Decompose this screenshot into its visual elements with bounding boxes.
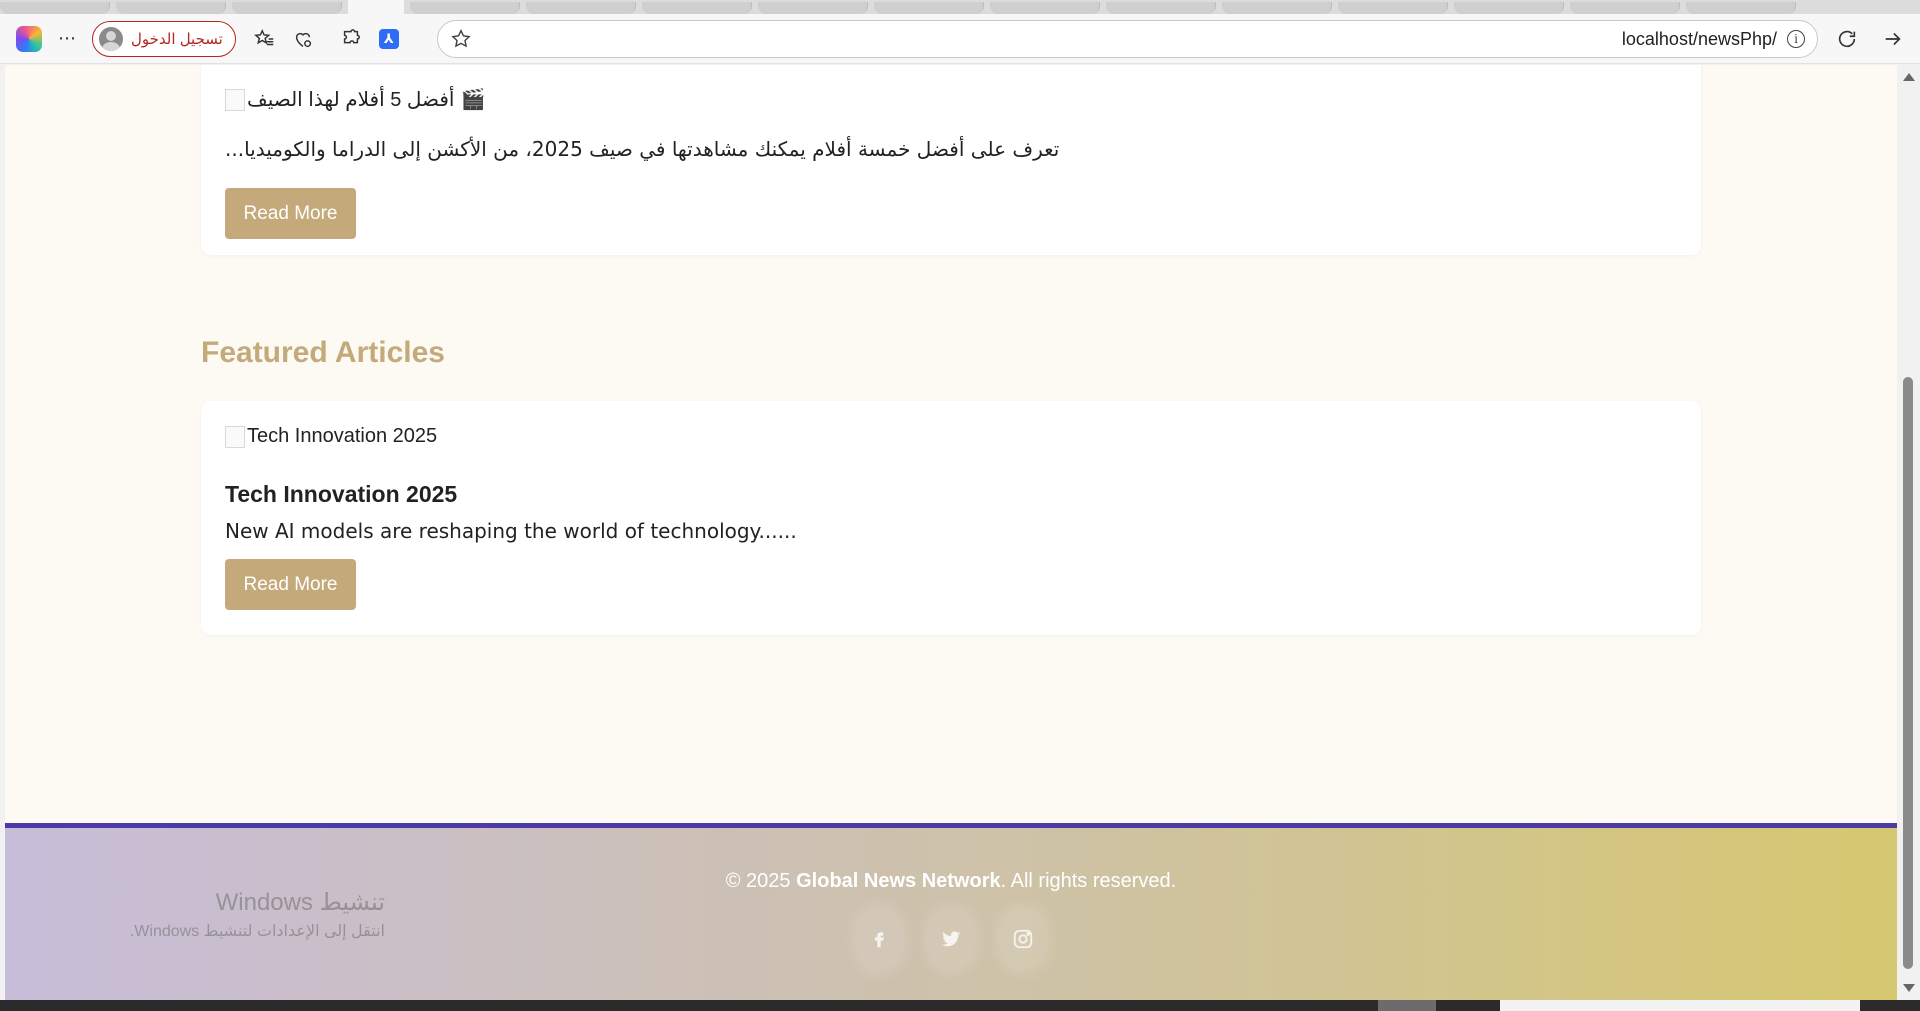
scroll-down-arrow[interactable] bbox=[1903, 984, 1915, 992]
taskbar-item[interactable] bbox=[1378, 1000, 1436, 1011]
twitter-icon bbox=[941, 931, 961, 947]
facebook-icon bbox=[874, 932, 884, 948]
signin-label: تسجيل الدخول bbox=[131, 30, 223, 48]
clapper-icon: 🎬 bbox=[460, 89, 486, 111]
footer: © 2025 Global News Network. All rights r… bbox=[5, 823, 1897, 1000]
featured-article-card: Tech Innovation 2025 Tech Innovation 202… bbox=[201, 401, 1701, 635]
instagram-link[interactable] bbox=[1000, 908, 1046, 970]
browser-essentials-button[interactable] bbox=[286, 22, 320, 56]
featured-article-description: New AI models are reshaping the world of… bbox=[225, 519, 797, 543]
section-title: Featured Articles bbox=[201, 336, 445, 369]
instagram-icon bbox=[1013, 929, 1033, 949]
read-more-button[interactable]: Read More bbox=[225, 559, 356, 610]
browser-tab[interactable] bbox=[232, 2, 342, 14]
watermark-subtitle: انتقل إلى الإعدادات لتنشيط Windows. bbox=[129, 923, 385, 940]
favorites-icon bbox=[253, 28, 274, 45]
browser-tab[interactable] bbox=[410, 2, 520, 14]
windows-activation-watermark: تنشيط Windows انتقل إلى الإعدادات لتنشيط… bbox=[101, 888, 385, 941]
browser-tab[interactable] bbox=[1454, 2, 1564, 14]
article-image-alt: أفضل 5 أفلام لهذا الصيف bbox=[247, 89, 455, 111]
browser-tab[interactable] bbox=[116, 2, 226, 14]
twitter-link[interactable] bbox=[928, 908, 974, 970]
puzzle-icon bbox=[343, 28, 360, 43]
extension-button[interactable]: ⅄ bbox=[372, 22, 406, 56]
brand-name: Global News Network bbox=[796, 870, 1001, 892]
extensions-button[interactable] bbox=[334, 22, 368, 56]
browser-tab[interactable] bbox=[874, 2, 984, 14]
forward-button[interactable] bbox=[1876, 22, 1910, 56]
more-menu-button[interactable]: ⋯ bbox=[50, 22, 84, 56]
refresh-button[interactable] bbox=[1830, 22, 1864, 56]
browser-tab[interactable] bbox=[1338, 2, 1448, 14]
browser-tab[interactable] bbox=[0, 2, 110, 14]
facebook-link[interactable] bbox=[856, 908, 902, 970]
browser-tab[interactable] bbox=[1222, 2, 1332, 14]
browser-toolbar: ⋯ تسجيل الدخول ⅄ localhost/newsPhp/ i bbox=[0, 14, 1920, 64]
taskbar-item[interactable] bbox=[1500, 1000, 1860, 1011]
info-icon[interactable]: i bbox=[1787, 30, 1805, 48]
browser-tab[interactable] bbox=[642, 2, 752, 14]
featured-article-title[interactable]: Tech Innovation 2025 bbox=[225, 481, 457, 508]
arrow-right-icon bbox=[1885, 32, 1901, 46]
browser-tab[interactable] bbox=[1106, 2, 1216, 14]
address-bar[interactable]: localhost/newsPhp/ i bbox=[437, 20, 1818, 58]
favorites-button[interactable] bbox=[248, 22, 282, 56]
refresh-icon bbox=[1838, 30, 1856, 48]
browser-tab[interactable] bbox=[1570, 2, 1680, 14]
tab-strip bbox=[0, 0, 1920, 14]
browser-tab[interactable] bbox=[758, 2, 868, 14]
featured-image-alt: Tech Innovation 2025 bbox=[247, 425, 438, 447]
page-scrollbar[interactable] bbox=[1897, 65, 1920, 1000]
broken-image-icon bbox=[225, 88, 245, 111]
browser-tab-active[interactable] bbox=[348, 0, 404, 14]
star-icon bbox=[451, 29, 471, 48]
scrollbar-thumb[interactable] bbox=[1903, 377, 1913, 969]
article-description: تعرف على أفضل خمسة أفلام يمكنك مشاهدتها … bbox=[225, 137, 1060, 161]
featured-article-image: Tech Innovation 2025 bbox=[225, 425, 437, 448]
extension-icon: ⅄ bbox=[378, 28, 399, 49]
copyright-prefix: © 2025 bbox=[725, 870, 797, 892]
heart-pulse-icon bbox=[295, 32, 311, 47]
page-viewport: 🎬 أفضل 5 أفلام لهذا الصيف تعرف على أفضل … bbox=[5, 65, 1897, 1000]
article-card: 🎬 أفضل 5 أفلام لهذا الصيف تعرف على أفضل … bbox=[201, 65, 1701, 255]
avatar bbox=[99, 26, 123, 51]
address-text[interactable]: localhost/newsPhp/ bbox=[1622, 29, 1777, 50]
browser-tab[interactable] bbox=[990, 2, 1100, 14]
read-more-button[interactable]: Read More bbox=[225, 188, 356, 239]
scroll-up-arrow[interactable] bbox=[1903, 73, 1915, 81]
broken-image-icon bbox=[225, 425, 245, 448]
browser-tab[interactable] bbox=[1686, 2, 1796, 14]
signin-button[interactable]: تسجيل الدخول bbox=[92, 20, 236, 57]
copilot-button[interactable] bbox=[12, 22, 46, 56]
taskbar bbox=[0, 1000, 1920, 1011]
browser-tab[interactable] bbox=[526, 2, 636, 14]
more-dots-icon: ⋯ bbox=[58, 28, 76, 48]
article-image: 🎬 أفضل 5 أفلام لهذا الصيف bbox=[225, 87, 485, 112]
copilot-icon bbox=[16, 25, 42, 52]
copyright-suffix: . All rights reserved. bbox=[1000, 870, 1177, 892]
watermark-title: تنشيط Windows bbox=[215, 889, 385, 916]
